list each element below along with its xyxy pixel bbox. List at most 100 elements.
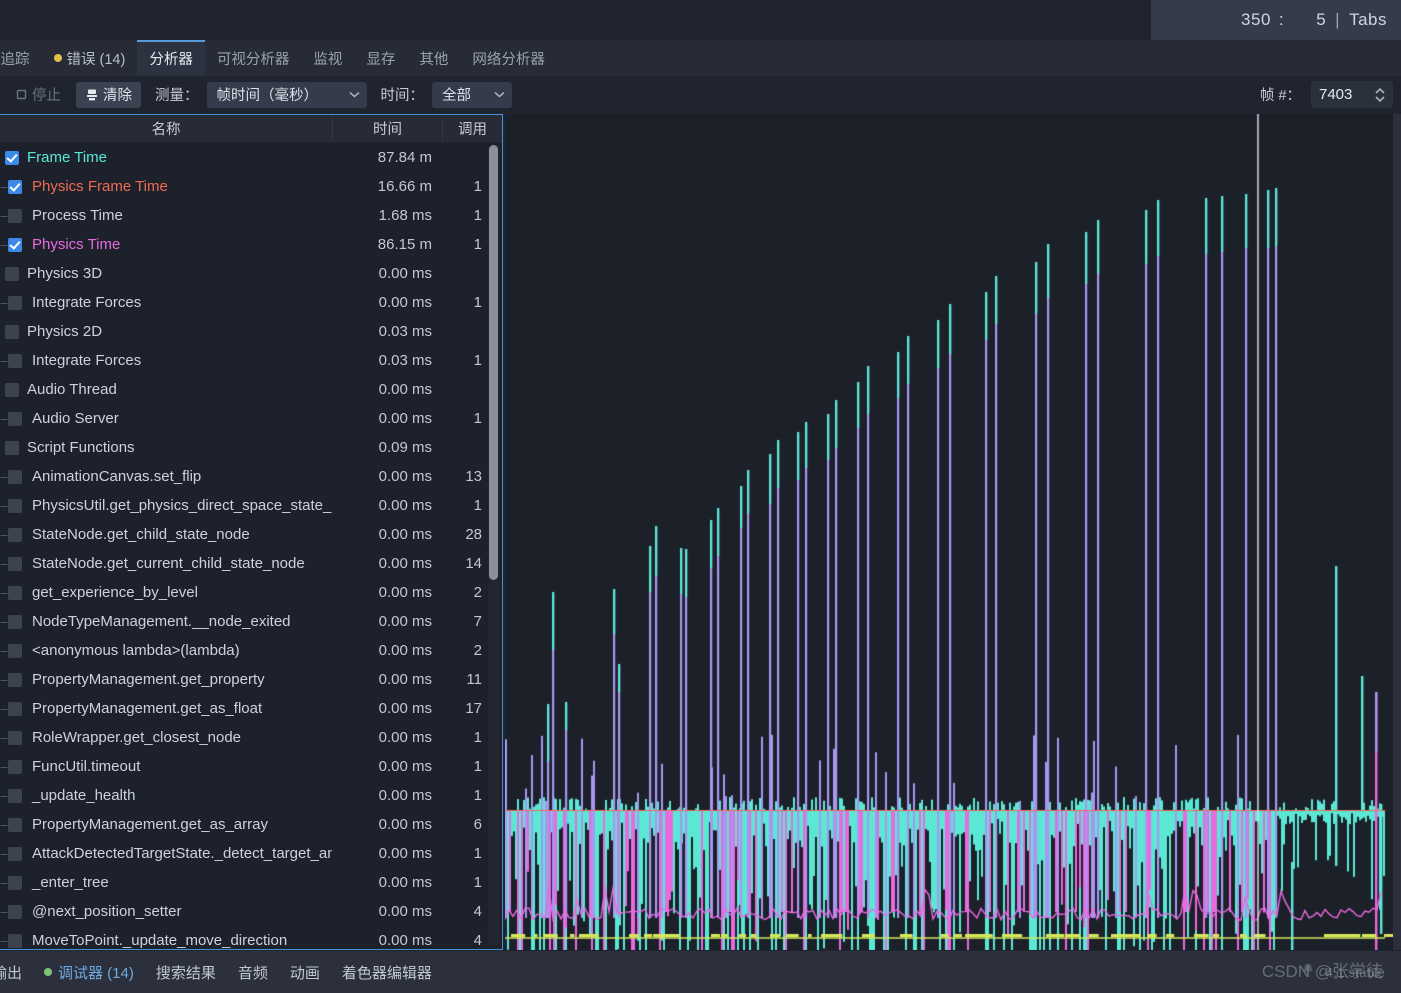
time-select[interactable]: 全部 — [432, 81, 512, 108]
metric-row[interactable]: – Physics Time 86.15 m1 — [0, 230, 502, 259]
metric-checkbox[interactable] — [8, 788, 22, 803]
metric-row[interactable]: – PropertyManagement.get_property 0.00 ms 1… — [0, 665, 502, 694]
metric-row[interactable]: – RoleWrapper.get_closest_node 0.00 ms 1 — [0, 723, 502, 752]
bell-icon[interactable] — [1300, 962, 1316, 983]
column-header-calls[interactable]: 调用 — [442, 118, 502, 139]
metric-name: Integrate Forces — [32, 352, 142, 369]
metric-checkbox[interactable] — [8, 208, 22, 223]
tabs-button[interactable]: Tabs — [1349, 10, 1387, 30]
metric-row[interactable]: – StateNode.get_current_child_state_node 0… — [0, 549, 502, 578]
metric-row[interactable]: Physics 3D 0.00 ms — [0, 259, 502, 288]
tab-6[interactable]: 其他 — [407, 40, 460, 76]
metric-row[interactable]: – Integrate Forces 0.00 ms 1 — [0, 288, 502, 317]
metric-row[interactable]: Audio Thread 0.00 ms — [0, 375, 502, 404]
metric-checkbox[interactable] — [8, 353, 22, 368]
metric-checkbox[interactable] — [8, 904, 22, 919]
metric-checkbox[interactable] — [8, 237, 22, 252]
metric-row[interactable]: – PropertyManagement.get_as_array 0.00 ms 6 — [0, 810, 502, 839]
metric-row[interactable]: – AnimationCanvas.set_flip 0.00 ms 13 — [0, 462, 502, 491]
metric-checkbox[interactable] — [5, 382, 19, 397]
metric-checkbox[interactable] — [8, 556, 22, 571]
list-scrollbar-thumb[interactable] — [489, 145, 498, 580]
metric-row[interactable]: – PhysicsUtil.get_physics_direct_space_st… — [0, 491, 502, 520]
column-header-time[interactable]: 时间 — [332, 118, 442, 139]
metric-name: PropertyManagement.get_property — [32, 671, 265, 688]
metric-row[interactable]: – Process Time 1.68 ms 1 — [0, 201, 502, 230]
tree-guide-icon: – — [0, 237, 8, 252]
metric-checkbox[interactable] — [8, 179, 22, 194]
profiler-graph-canvas[interactable] — [505, 114, 1393, 950]
metric-time: 0.00 ms — [378, 613, 432, 630]
spinner-arrows-icon[interactable] — [1371, 86, 1393, 104]
tab-0[interactable]: 线追踪 — [0, 40, 42, 76]
metric-row[interactable]: – Integrate Forces 0.03 ms 1 — [0, 346, 502, 375]
metric-name: Physics Frame Time — [32, 178, 168, 195]
metric-row[interactable]: Physics 2D 0.03 ms — [0, 317, 502, 346]
metric-checkbox[interactable] — [8, 846, 22, 861]
metric-checkbox[interactable] — [8, 643, 22, 658]
stop-button[interactable]: 停止 — [6, 82, 70, 108]
metric-time: 0.00 ms — [378, 526, 432, 543]
metric-row[interactable]: – <anonymous lambda>(lambda) 0.00 ms 2 — [0, 636, 502, 665]
metric-row[interactable]: – StateNode.get_child_state_node 0.00 ms 28 — [0, 520, 502, 549]
metric-checkbox[interactable] — [8, 759, 22, 774]
top-colon: : — [1278, 10, 1285, 29]
metric-row[interactable]: – get_experience_by_level 0.00 ms 2 — [0, 578, 502, 607]
bottom-tab-1[interactable]: 调试器 (14) — [33, 962, 145, 983]
metric-checkbox[interactable] — [8, 672, 22, 687]
bottom-tab-0[interactable]: 输出 — [0, 962, 33, 983]
tab-1[interactable]: 错误 (14) — [42, 40, 138, 76]
metric-checkbox[interactable] — [8, 585, 22, 600]
list-rows-container: Frame Time 87.84 m – Physics Frame Time 16.6… — [0, 143, 502, 949]
tab-3[interactable]: 可视分析器 — [205, 40, 302, 76]
graph-scrollbar[interactable] — [1393, 114, 1401, 950]
bottom-tab-3[interactable]: 音频 — [227, 962, 279, 983]
metric-row[interactable]: – AttackDetectedTargetState._detect_targe… — [0, 839, 502, 868]
metric-row[interactable]: Script Functions 0.09 ms — [0, 433, 502, 462]
metric-checkbox[interactable] — [5, 324, 19, 339]
tab-7[interactable]: 网络分析器 — [460, 40, 557, 76]
tree-guide-icon: – — [0, 614, 8, 629]
metric-row[interactable]: – FuncUtil.timeout 0.00 ms 1 — [0, 752, 502, 781]
bottom-tab-4[interactable]: 动画 — [279, 962, 331, 983]
metric-checkbox[interactable] — [5, 150, 19, 165]
metric-row[interactable]: – _enter_tree 0.00 ms 1 — [0, 868, 502, 897]
metric-checkbox[interactable] — [8, 295, 22, 310]
metric-checkbox[interactable] — [8, 527, 22, 542]
column-header-name[interactable]: 名称 — [0, 118, 332, 139]
metric-checkbox[interactable] — [8, 730, 22, 745]
clear-button[interactable]: 清除 — [76, 81, 141, 108]
metric-checkbox[interactable] — [8, 875, 22, 890]
bottom-tab-2[interactable]: 搜索结果 — [145, 962, 227, 983]
metric-row[interactable]: – PropertyManagement.get_as_float 0.00 ms 1… — [0, 694, 502, 723]
metric-checkbox[interactable] — [8, 469, 22, 484]
metric-row[interactable]: – _update_health 0.00 ms 1 — [0, 781, 502, 810]
metric-checkbox[interactable] — [8, 701, 22, 716]
metric-checkbox[interactable] — [8, 933, 22, 948]
metric-checkbox[interactable] — [5, 440, 19, 455]
tree-guide-icon: – — [0, 933, 8, 948]
tab-2[interactable]: 分析器 — [137, 40, 205, 76]
profiler-metric-list[interactable]: 名称 时间 调用 Frame Time 87.84 m – Physics Frame… — [0, 114, 503, 950]
tab-5[interactable]: 显存 — [354, 40, 407, 76]
metric-checkbox[interactable] — [8, 614, 22, 629]
metric-row[interactable]: – MoveToPoint._update_move_direction 0.00 … — [0, 926, 502, 949]
metric-checkbox[interactable] — [8, 411, 22, 426]
metric-row[interactable]: – @next_position_setter 0.00 ms 4 — [0, 897, 502, 926]
metric-checkbox[interactable] — [5, 266, 19, 281]
metric-row[interactable]: – Audio Server 0.00 ms 1 — [0, 404, 502, 433]
metric-row[interactable]: – Physics Frame Time 16.66 m1 — [0, 172, 502, 201]
metric-row[interactable]: Frame Time 87.84 m — [0, 143, 502, 172]
metric-checkbox[interactable] — [8, 817, 22, 832]
profiler-graph[interactable] — [505, 114, 1401, 950]
tab-4[interactable]: 监视 — [301, 40, 354, 76]
metric-checkbox[interactable] — [8, 498, 22, 513]
metric-time: 0.00 ms — [378, 787, 432, 804]
bottom-tab-5[interactable]: 着色器编辑器 — [331, 962, 443, 983]
frame-number-spinbox[interactable] — [1311, 81, 1393, 108]
frame-number-input[interactable] — [1311, 86, 1371, 103]
bottom-tab-label: 输出 — [0, 964, 23, 982]
measure-select[interactable]: 帧时间（毫秒） — [206, 81, 367, 108]
list-scrollbar[interactable] — [488, 145, 499, 945]
metric-row[interactable]: – NodeTypeManagement.__node_exited 0.00 ms… — [0, 607, 502, 636]
